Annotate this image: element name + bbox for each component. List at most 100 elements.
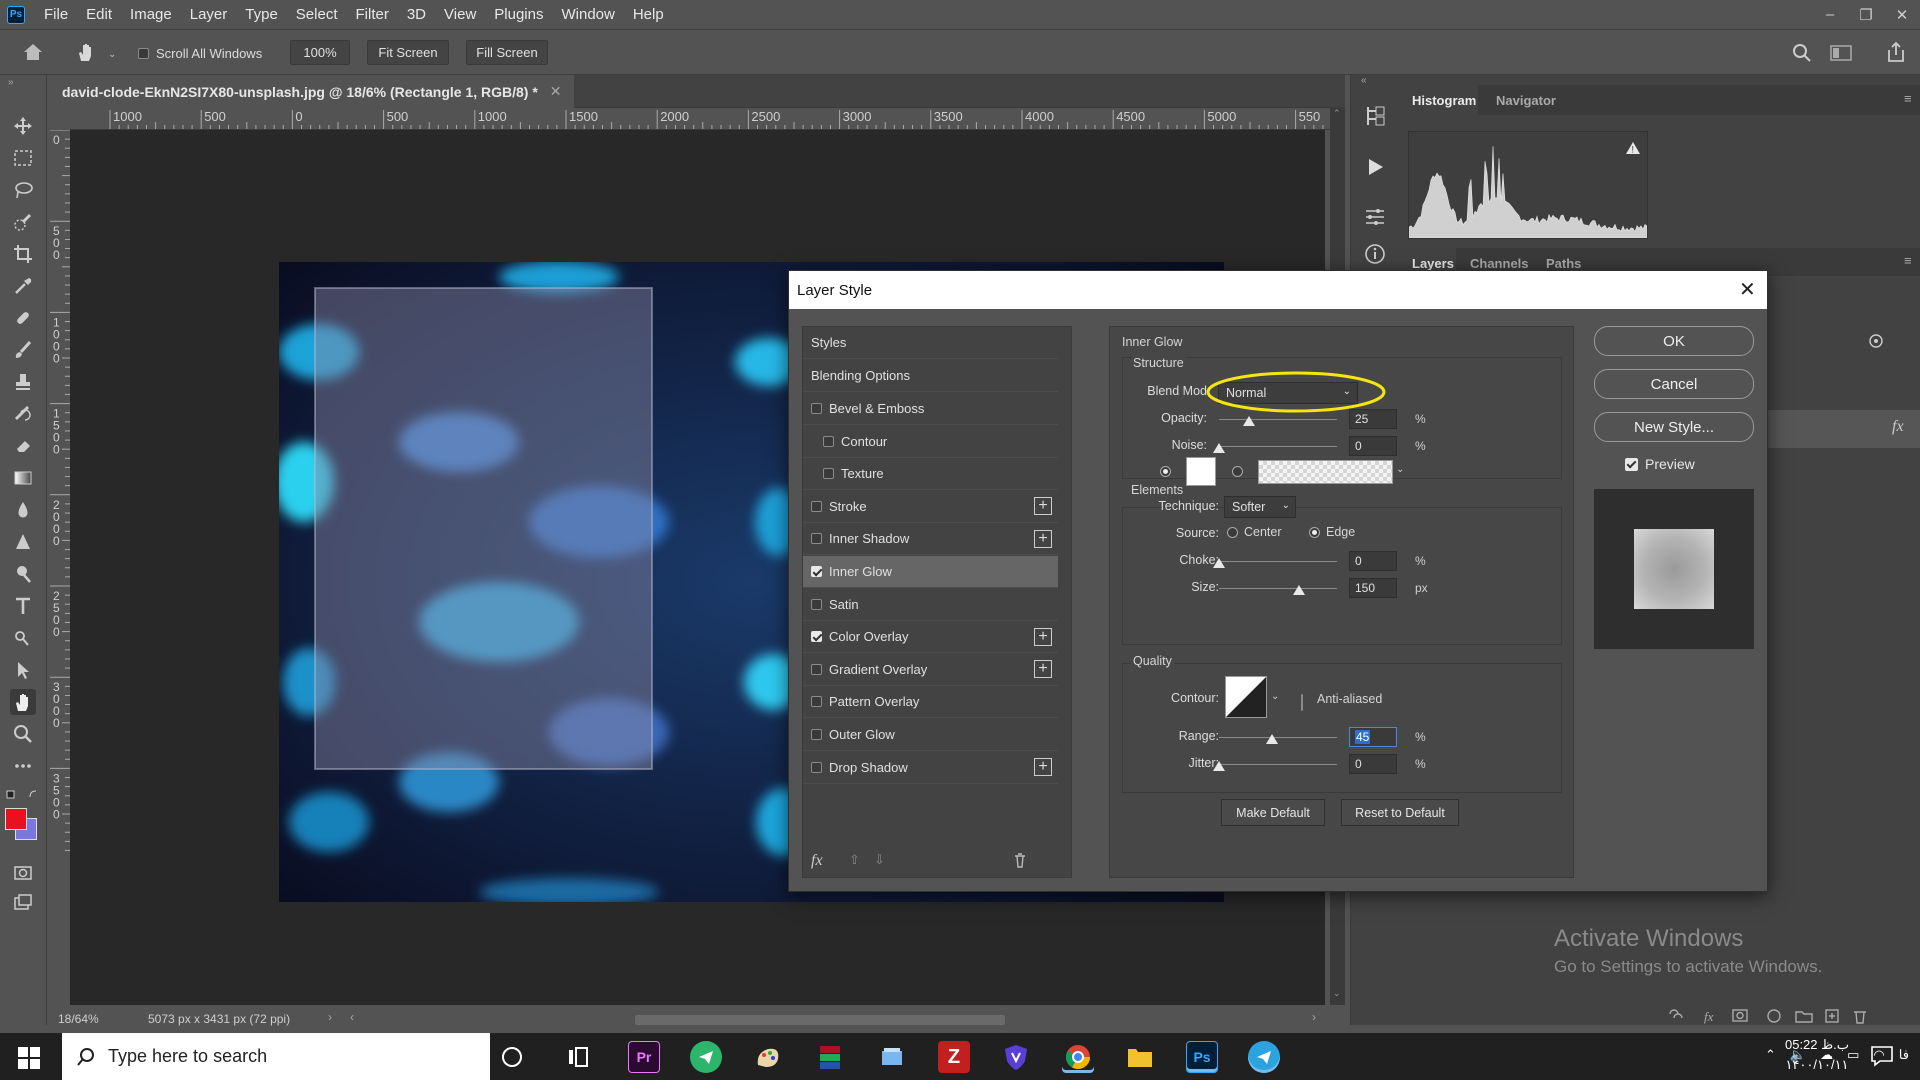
selected-layer-row[interactable]: fx (1768, 410, 1920, 448)
cancel-button[interactable]: Cancel (1594, 369, 1754, 399)
menu-file[interactable]: File (35, 6, 77, 23)
telegram-alt-app-icon[interactable] (690, 1041, 722, 1073)
effect-item-inner-shadow[interactable]: Inner Shadow + (803, 523, 1058, 556)
winrar-app-icon[interactable] (814, 1041, 846, 1073)
effect-checkbox[interactable] (823, 468, 834, 480)
healing-brush-tool-icon[interactable] (10, 305, 36, 331)
menu-plugins[interactable]: Plugins (485, 6, 552, 23)
effect-checkbox[interactable] (811, 696, 822, 708)
tab-channels[interactable]: Channels (1470, 256, 1529, 271)
premiere-app-icon[interactable]: Pr (628, 1041, 660, 1073)
history-panel-icon[interactable] (1364, 105, 1386, 127)
effect-item-pattern-overlay[interactable]: Pattern Overlay (803, 686, 1058, 719)
scroll-right-icon[interactable]: › (1312, 1010, 1316, 1024)
contour-chevron-down-icon[interactable]: ⌄ (1271, 691, 1279, 702)
checkbox-icon[interactable] (138, 48, 149, 59)
layer-fx-icon[interactable]: fx (1892, 418, 1904, 436)
photoshop-app-icon[interactable]: Ps (1186, 1041, 1218, 1073)
add-instance-plus-icon[interactable]: + (1034, 660, 1052, 679)
delete-effect-icon[interactable] (1013, 852, 1027, 868)
effect-item-contour[interactable]: Contour (803, 426, 1058, 458)
restore-icon[interactable]: ❐ (1848, 0, 1884, 29)
effect-checkbox[interactable] (811, 598, 822, 610)
effect-checkbox[interactable] (811, 631, 822, 643)
choke-slider-thumb[interactable] (1213, 558, 1225, 568)
menu-edit[interactable]: Edit (77, 6, 121, 23)
size-slider-thumb[interactable] (1293, 585, 1305, 595)
new-style-button[interactable]: New Style... (1594, 412, 1754, 442)
play-actions-icon[interactable] (1365, 157, 1385, 177)
windows-start-icon[interactable] (18, 1047, 40, 1069)
chevron-down-icon[interactable]: ⌄ (108, 49, 116, 60)
menu-image[interactable]: Image (121, 6, 181, 23)
styles-header[interactable]: Styles (803, 327, 1058, 359)
noise-input[interactable]: 0 (1349, 436, 1397, 456)
scroll-left-icon[interactable]: ‹ (350, 1010, 354, 1024)
dialog-title-bar[interactable]: Layer Style ✕ (789, 271, 1767, 309)
zoom-field[interactable]: 100% (290, 40, 350, 65)
effect-item-color-overlay[interactable]: Color Overlay + (803, 621, 1058, 654)
fill-screen-button[interactable]: Fill Screen (466, 40, 548, 65)
task-view-icon[interactable] (566, 1045, 590, 1069)
search-icon[interactable] (1792, 43, 1812, 63)
make-default-button[interactable]: Make Default (1221, 799, 1325, 826)
solid-color-radio[interactable] (1160, 466, 1171, 477)
minimize-icon[interactable]: – (1812, 0, 1848, 29)
move-tool-icon[interactable] (10, 113, 36, 139)
effect-item-texture[interactable]: Texture (803, 458, 1058, 491)
crop-tool-icon[interactable] (10, 241, 36, 267)
blur-tool-icon[interactable] (10, 497, 36, 523)
quick-mask-icon[interactable] (10, 860, 36, 886)
collapse-panel-icon[interactable]: « (1361, 75, 1367, 86)
dialog-close-icon[interactable]: ✕ (1739, 277, 1756, 302)
range-slider-thumb[interactable] (1266, 734, 1279, 744)
source-center-radio[interactable] (1227, 527, 1238, 538)
menu-layer[interactable]: Layer (181, 6, 237, 23)
dodge-tool-icon[interactable] (10, 529, 36, 555)
effect-checkbox[interactable] (811, 761, 822, 773)
direct-select-tool-icon[interactable] (10, 657, 36, 683)
fit-screen-button[interactable]: Fit Screen (367, 40, 449, 65)
anti-aliased-checkbox[interactable] (1301, 694, 1303, 711)
noise-slider-track[interactable] (1219, 446, 1337, 447)
jitter-slider-track[interactable] (1219, 764, 1337, 765)
effect-checkbox[interactable] (811, 403, 822, 414)
cortana-icon[interactable] (500, 1045, 524, 1069)
files-app-icon[interactable] (876, 1041, 908, 1073)
brush-tool-icon[interactable] (10, 337, 36, 363)
add-instance-plus-icon[interactable]: + (1034, 627, 1052, 646)
effect-item-satin[interactable]: Satin (803, 589, 1058, 621)
pen-tool-icon[interactable] (10, 561, 36, 587)
clone-stamp-tool-icon[interactable] (10, 369, 36, 395)
effect-checkbox[interactable] (811, 566, 822, 577)
add-instance-plus-icon[interactable]: + (1034, 497, 1052, 516)
scroll-down-icon[interactable]: ⌄ (1333, 988, 1341, 999)
notifications-icon[interactable] (1870, 1045, 1894, 1067)
taskbar-search[interactable]: Type here to search (62, 1033, 490, 1080)
add-instance-plus-icon[interactable]: + (1034, 758, 1052, 777)
gradient-radio[interactable] (1232, 466, 1243, 477)
filezilla-app-icon[interactable]: Z (938, 1041, 970, 1073)
layers-panel-menu-icon[interactable]: ≡ (1904, 253, 1912, 268)
menu-select[interactable]: Select (287, 6, 347, 23)
zoom-tool-icon[interactable] (10, 721, 36, 747)
noise-slider-thumb[interactable] (1213, 443, 1225, 453)
tab-navigator[interactable]: Navigator (1496, 93, 1556, 108)
jitter-slider-thumb[interactable] (1213, 761, 1225, 771)
lasso-tool-icon[interactable] (10, 177, 36, 203)
history-brush-tool-icon[interactable] (10, 401, 36, 427)
eyedropper-tool-icon[interactable] (10, 273, 36, 299)
marquee-tool-icon[interactable] (10, 145, 36, 171)
tab-paths[interactable]: Paths (1546, 256, 1581, 271)
menu-view[interactable]: View (435, 6, 485, 23)
tab-layers[interactable]: Layers (1412, 256, 1454, 271)
photoshop-logo-icon[interactable]: Ps (7, 5, 25, 24)
range-input[interactable]: 45 (1349, 727, 1397, 747)
quick-select-tool-icon[interactable] (10, 209, 36, 235)
panel-menu-icon[interactable]: ≡ (1904, 91, 1912, 106)
scroll-up-icon[interactable]: ⌃ (1333, 108, 1341, 119)
hand-tool-active-icon[interactable] (10, 689, 36, 715)
opacity-input[interactable]: 25 (1349, 409, 1397, 429)
share-icon[interactable] (1886, 41, 1906, 63)
menu-filter[interactable]: Filter (347, 6, 398, 23)
